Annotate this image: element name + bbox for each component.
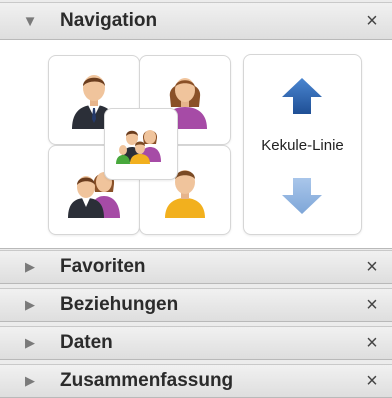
section-close-button-beziehungen[interactable]: × <box>352 294 392 317</box>
section-title-zusammenfassung: Zusammenfassung <box>60 370 234 391</box>
section-title-favoriten: Favoriten <box>60 256 146 277</box>
navigation-close-button[interactable]: × <box>352 10 392 33</box>
section-header-zusammenfassung[interactable]: ▶ Zusammenfassung × <box>0 364 392 398</box>
section-header-beziehungen[interactable]: ▶ Beziehungen × <box>0 288 392 322</box>
arrow-down-icon[interactable] <box>281 177 323 215</box>
navigation-header[interactable]: ▼ Navigation × <box>0 2 392 40</box>
kekule-panel: Kekule-Linie <box>243 54 362 235</box>
section-close-button-favoriten[interactable]: × <box>352 256 392 279</box>
family-group-icon <box>116 130 161 164</box>
disclosure-collapsed-icon[interactable]: ▶ <box>0 259 60 275</box>
arrow-up-icon[interactable] <box>281 77 323 115</box>
kekule-label: Kekule-Linie <box>261 137 344 154</box>
family-tile[interactable] <box>104 108 178 180</box>
section-title-beziehungen: Beziehungen <box>60 294 179 315</box>
section-close-button-daten[interactable]: × <box>352 332 392 355</box>
disclosure-collapsed-icon[interactable]: ▶ <box>0 335 60 351</box>
navigation-title: Navigation <box>60 10 158 31</box>
section-close-button-zusammenfassung[interactable]: × <box>352 370 392 393</box>
disclosure-collapsed-icon[interactable]: ▶ <box>0 373 60 389</box>
section-header-daten[interactable]: ▶ Daten × <box>0 326 392 360</box>
disclosure-expanded-icon[interactable]: ▼ <box>0 13 60 30</box>
section-title-daten: Daten <box>60 332 113 353</box>
section-header-favoriten[interactable]: ▶ Favoriten × <box>0 250 392 284</box>
disclosure-collapsed-icon[interactable]: ▶ <box>0 297 60 313</box>
navigation-panel: Kekule-Linie <box>0 40 392 249</box>
